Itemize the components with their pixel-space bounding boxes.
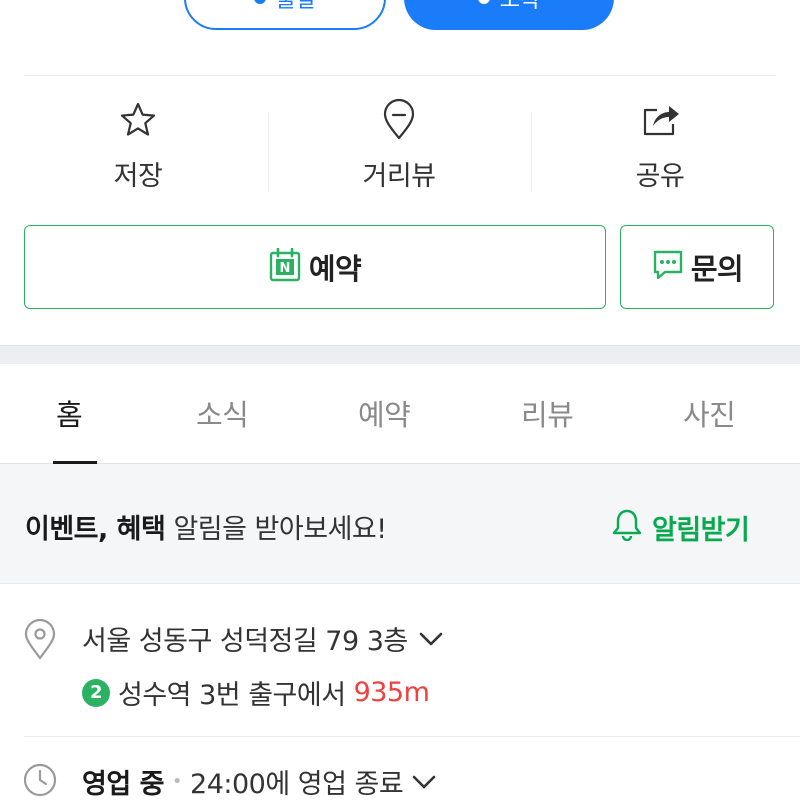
address-text: 서울 성동구 성덕정길 79 3층	[82, 626, 408, 657]
reserve-label: 예약	[308, 252, 362, 286]
location-icon	[22, 618, 58, 665]
tab-reservation[interactable]: 예약	[358, 392, 411, 434]
hours-toggle[interactable]: 영업 중 • 24:00에 영업 종료	[82, 762, 437, 800]
reserve-badge-letter: N	[279, 261, 290, 276]
row-divider	[24, 736, 800, 737]
share-button[interactable]: 공유	[560, 98, 760, 193]
save-label: 저장	[113, 161, 163, 192]
inquiry-label: 문의	[690, 252, 744, 286]
notification-button[interactable]: 알림받기	[610, 507, 750, 548]
tab-reviews[interactable]: 리뷰	[521, 392, 574, 434]
event-banner: 이벤트, 혜택 알림을 받아보세요! 알림받기	[0, 464, 800, 584]
banner-message: 이벤트, 혜택 알림을 받아보세요!	[25, 507, 387, 546]
separator-dot: •	[171, 771, 183, 792]
route-buttons: 출발 도착	[0, 0, 800, 32]
subway-info: 2 성수역 3번 출구에서 935m	[82, 673, 430, 712]
action-row: 저장 거리뷰 공유	[0, 98, 800, 198]
tab-news[interactable]: 소식	[196, 392, 249, 434]
arrival-button[interactable]: 도착	[404, 0, 614, 30]
arrival-label: 도착	[499, 0, 541, 13]
departure-dot-icon	[253, 0, 266, 4]
save-button[interactable]: 저장	[38, 98, 238, 193]
hours-status: 영업 중	[82, 769, 164, 800]
clock-icon	[22, 762, 58, 800]
chevron-down-icon	[411, 773, 437, 791]
action-separator	[268, 112, 269, 192]
action-separator	[531, 112, 532, 192]
arrival-pin-icon	[477, 0, 490, 4]
reserve-button[interactable]: N 예약	[24, 225, 606, 309]
star-icon	[116, 98, 160, 142]
distance-text: 935m	[353, 677, 430, 708]
tab-photos[interactable]: 사진	[683, 392, 736, 434]
calendar-n-icon: N	[269, 247, 301, 286]
section-divider	[0, 345, 800, 364]
notification-label: 알림받기	[652, 515, 750, 546]
departure-label: 출발	[275, 0, 317, 13]
subway-text: 성수역 3번 출구에서	[118, 680, 346, 711]
hours-detail: 24:00에 영업 종료	[190, 769, 404, 800]
banner-bold-text: 이벤트, 혜택	[25, 514, 166, 545]
bell-icon	[610, 507, 644, 548]
address-toggle[interactable]: 서울 성동구 성덕정길 79 3층	[82, 619, 444, 658]
chevron-down-icon	[418, 630, 444, 648]
banner-rest-text: 알림을 받아보세요!	[165, 514, 387, 545]
departure-button[interactable]: 출발	[184, 0, 386, 30]
map-pin-icon	[377, 98, 421, 142]
share-label: 공유	[635, 161, 685, 192]
tab-home[interactable]: 홈	[56, 392, 83, 434]
tab-bar: 홈 소식 예약 리뷰 사진	[0, 364, 800, 464]
chat-icon	[651, 248, 685, 286]
share-icon	[638, 98, 682, 142]
street-view-button[interactable]: 거리뷰	[299, 98, 499, 193]
subway-line-badge: 2	[82, 678, 110, 707]
street-view-label: 거리뷰	[362, 161, 436, 192]
inquiry-button[interactable]: 문의	[620, 225, 774, 309]
divider	[24, 75, 776, 76]
